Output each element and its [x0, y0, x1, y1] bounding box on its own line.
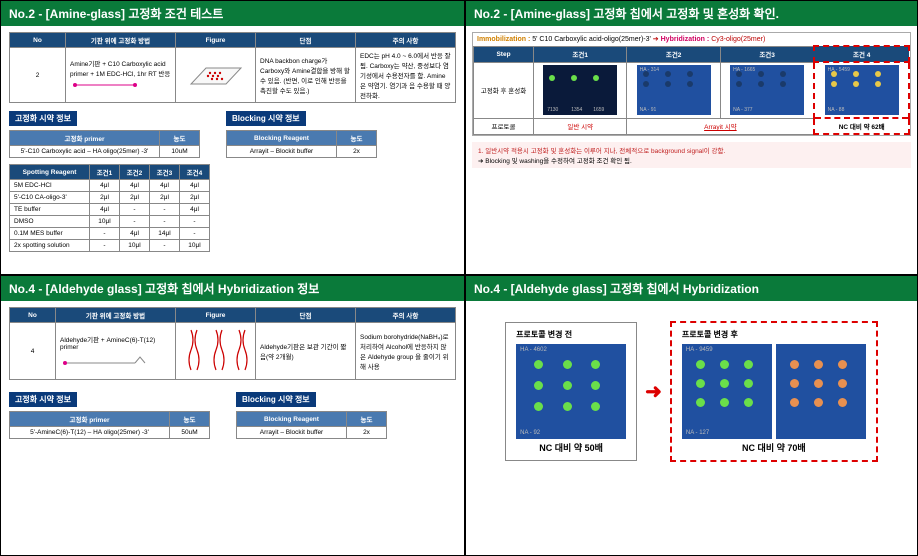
spot-c1: 조건1	[90, 165, 120, 180]
step-label: 고정화 후 혼성화	[474, 62, 534, 118]
blocking-val-1: Arrayit – Blockit buffer	[227, 146, 337, 158]
cell-caution: EDC는 pH 4.0 ~ 6.0에서 반응 잘 됨. Carboxy는 약산,…	[356, 48, 456, 103]
chip-image-before: HA - 4602 NA - 92	[516, 344, 626, 439]
spot-c4: 조건4	[180, 165, 210, 180]
panel-amine-hybridization-check: No.2 - [Amine-glass] 고정화 칩에서 고정화 및 혼성화 확…	[465, 0, 918, 275]
panel-title: No.2 - [Amine-glass] 고정화 칩에서 고정화 및 혼성화 확…	[466, 1, 917, 26]
primer-section-label: 고정화 시약 정보	[9, 392, 77, 407]
hdr-figure: Figure	[176, 33, 256, 48]
hdr-caution: 주의 사항	[356, 33, 456, 48]
chip-figure-icon	[186, 56, 246, 92]
hdr-c1: 조건1	[534, 46, 627, 62]
panel-aldehyde-hybridization-result: No.4 - [Aldehyde glass] 고정화 칩에서 Hybridiz…	[465, 275, 918, 556]
chip-image-c1: 7130 1354 1659	[543, 65, 617, 115]
before-block: 프로토콜 변경 전 HA - 4602 NA - 92 NC 대비 약 50배	[505, 322, 637, 461]
primer-hdr-1: 고정화 primer	[10, 412, 170, 427]
method-table: No 기판 위에 고정화 방법 Figure 단점 주의 사항 2 Amine기…	[9, 32, 456, 103]
before-label: 프로토콜 변경 전	[516, 329, 626, 340]
primer-hdr-2: 농도	[160, 131, 200, 146]
spot-row: 5'-C10 CA-oligo-3'2μl2μl2μl2μl	[10, 192, 210, 204]
hdr-c4: 조건 4	[814, 46, 909, 62]
panel-title: No.4 - [Aldehyde glass] 고정화 칩에서 Hybridiz…	[466, 276, 917, 301]
hdr-cons: 단점	[256, 308, 356, 323]
arrow-icon: ➜	[645, 379, 662, 404]
chip-image-after-orange	[776, 344, 866, 439]
row2-c1: 일반 시약	[534, 118, 627, 134]
spot-row: DMSO10μl---	[10, 216, 210, 228]
after-caption: NC 대비 약 70배	[682, 441, 866, 454]
primer-val-2: 10uM	[160, 146, 200, 158]
spotting-reagent-table: Spotting Reagent 조건1 조건2 조건3 조건4 5M EDC-…	[9, 164, 210, 252]
before-caption: NC 대비 약 50배	[516, 441, 626, 454]
row2-arrayit: Arrayit 시약	[627, 118, 814, 134]
blocking-section-label: Blocking 시약 정보	[236, 392, 316, 407]
reaction-line: Immobilization : 5' C10 Carboxylic acid-…	[473, 33, 910, 45]
hdr-c2: 조건2	[627, 46, 720, 62]
primer-section-label: 고정화 시약 정보	[9, 111, 77, 126]
spot-row: TE buffer4μl--4μl	[10, 204, 210, 216]
blocking-table: Blocking Reagent농도 Arrayit – Blockit buf…	[226, 130, 377, 158]
primer-val-1: 5'-C10 Carboxylic acid – HA oligo(25mer)…	[10, 146, 160, 158]
cell-no: 4	[10, 323, 56, 380]
dna-helix-icon	[181, 325, 251, 375]
hdr-c3: 조건3	[720, 46, 814, 62]
hdr-no: No	[10, 308, 56, 323]
cell-method: Amine기판 + C10 Carboxylic acid primer + 1…	[70, 61, 170, 78]
panel-aldehyde-hybridization-info: No.4 - [Aldehyde glass] 고정화 칩에서 Hybridiz…	[0, 275, 465, 556]
cell-no: 2	[10, 48, 66, 103]
condition-chip-table: Step 조건1 조건2 조건3 조건 4 고정화 후 혼성화 7130 135…	[473, 45, 910, 135]
chip-image-c2: HA - 314 NA - 91	[637, 65, 711, 115]
blocking-hdr-1: Blocking Reagent	[227, 131, 337, 146]
hdr-caution: 주의 사항	[356, 308, 456, 323]
primer-val-2: 50uM	[170, 427, 210, 439]
panel-title: No.4 - [Aldehyde glass] 고정화 칩에서 Hybridiz…	[1, 276, 464, 301]
chip-image-c4: HA - 5459 NA - 88	[825, 65, 899, 115]
footnote: 1. 일반시약 적용시 고정화 및 혼성화는 이루어 지나, 전체적으로 bac…	[472, 142, 911, 168]
blocking-section-label: Blocking 시약 정보	[226, 111, 306, 126]
hdr-method: 기판 위에 고정화 방법	[66, 33, 176, 48]
nc-ratio: NC 대비 약 62배	[814, 118, 909, 134]
spot-c3: 조건3	[150, 165, 180, 180]
primer-table: 고정화 primer농도 5'-C10 Carboxylic acid – HA…	[9, 130, 200, 158]
spot-row: 0.1M MES buffer-4μl14μl-	[10, 228, 210, 240]
panel-title: No.2 - [Amine-glass] 고정화 조건 테스트	[1, 1, 464, 26]
hdr-step: Step	[474, 46, 534, 62]
molecule-diagram-icon	[70, 78, 140, 92]
spot-row: 2x spotting solution-10μl-10μl	[10, 240, 210, 252]
spot-row: 5M EDC-HCl4μl4μl4μl4μl	[10, 180, 210, 192]
after-label: 프로토콜 변경 후	[682, 329, 866, 340]
row2-label: 프로토콜	[474, 118, 534, 134]
primer-val-1: 5'-AmineC(6)-T(12) – HA oligo(25mer) -3'	[10, 427, 170, 439]
chip-image-after-green: HA - 9459 NA - 127	[682, 344, 772, 439]
hdr-no: No	[10, 33, 66, 48]
panel-amine-condition-test: No.2 - [Amine-glass] 고정화 조건 테스트 No 기판 위에…	[0, 0, 465, 275]
spot-title: Spotting Reagent	[10, 165, 90, 180]
hdr-figure: Figure	[176, 308, 256, 323]
chip-image-c3: HA - 1665 NA - 377	[730, 65, 804, 115]
primer-table: 고정화 primer농도 5'-AmineC(6)-T(12) – HA oli…	[9, 411, 210, 439]
method-table: No 기판 위에 고정화 방법 Figure 단점 주의 사항 4 Aldehy…	[9, 307, 456, 380]
blocking-val-2: 2x	[347, 427, 387, 439]
blocking-val-2: 2x	[337, 146, 377, 158]
blocking-hdr-2: 농도	[337, 131, 377, 146]
blocking-val-1: Arrayit – Blockit buffer	[237, 427, 347, 439]
blocking-hdr-2: 농도	[347, 412, 387, 427]
hdr-cons: 단점	[256, 33, 356, 48]
after-block: 프로토콜 변경 후 HA - 9459 NA - 127	[670, 321, 878, 462]
spot-c2: 조건2	[120, 165, 150, 180]
blocking-hdr-1: Blocking Reagent	[237, 412, 347, 427]
cell-cons: DNA backbon charge가 Carboxy와 Amine결합을 방해…	[256, 48, 356, 103]
molecule-diagram-icon	[60, 351, 150, 369]
cell-cons: Aldehyde기판은 보관 기간이 짧음(약 2개월)	[256, 323, 356, 380]
cell-method: Aldehyde기판 + AmineC(6)-T(12) primer	[60, 337, 155, 351]
hdr-method: 기판 위에 고정화 방법	[56, 308, 176, 323]
cell-caution: Sodium borohydride(NaBH₄)로 처리하여 Alcohol에…	[356, 323, 456, 380]
blocking-table: Blocking Reagent농도 Arrayit – Blockit buf…	[236, 411, 387, 439]
primer-hdr-2: 농도	[170, 412, 210, 427]
primer-hdr-1: 고정화 primer	[10, 131, 160, 146]
